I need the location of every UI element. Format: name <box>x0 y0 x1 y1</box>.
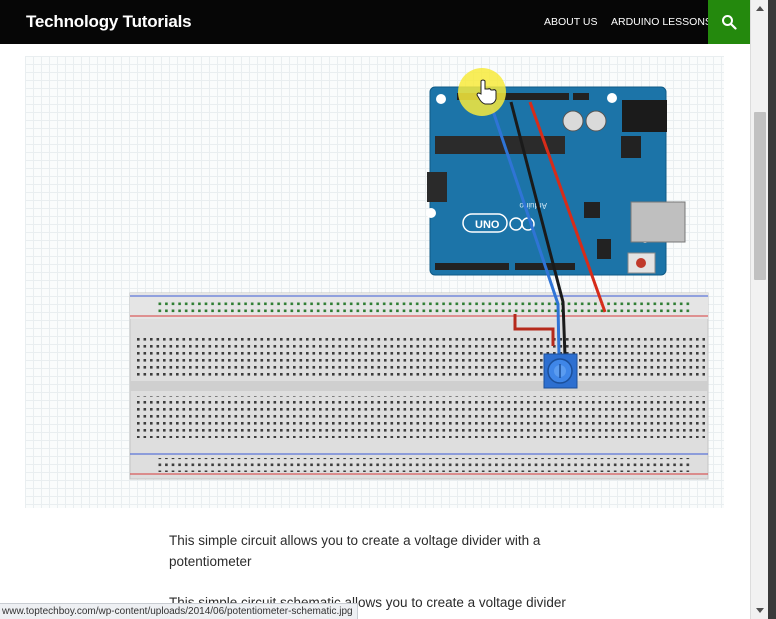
paragraph-voltage-divider: This simple circuit allows you to create… <box>169 533 541 569</box>
vertical-scrollbar[interactable] <box>750 0 769 619</box>
site-title[interactable]: Technology Tutorials <box>26 12 192 32</box>
circuit-figure[interactable]: UNO Arduino <box>25 56 724 508</box>
search-button[interactable] <box>708 0 750 44</box>
chevron-up-icon <box>756 6 764 11</box>
nav-about-us[interactable]: ABOUT US <box>544 16 597 28</box>
scroll-thumb[interactable] <box>754 112 766 280</box>
board-label: UNO <box>475 219 500 231</box>
scroll-up-button[interactable] <box>751 0 769 16</box>
search-icon <box>722 15 737 30</box>
site-header: Technology Tutorials ABOUT US ARDUINO LE… <box>0 0 750 44</box>
window-edge <box>768 0 776 619</box>
arduino-uno-board: UNO Arduino <box>426 86 686 276</box>
nav-arduino-lessons[interactable]: ARDUINO LESSONS <box>611 16 712 28</box>
potentiometer <box>543 353 578 389</box>
chevron-down-icon <box>756 608 764 613</box>
cursor-highlight <box>458 68 506 116</box>
status-bar-url: www.toptechboy.com/wp-content/uploads/20… <box>0 603 358 619</box>
scroll-down-button[interactable] <box>751 603 769 619</box>
breadboard <box>129 292 709 480</box>
circuit-illustration: UNO Arduino <box>129 68 709 480</box>
